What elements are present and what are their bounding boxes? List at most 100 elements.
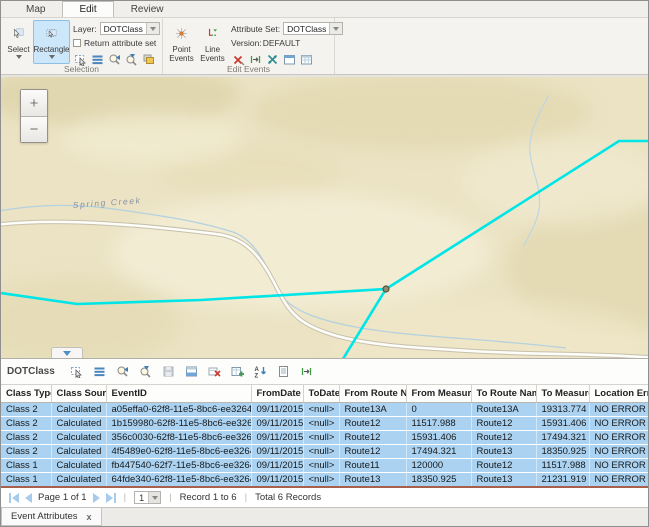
table-cell[interactable]: 09/11/2015 [251, 445, 303, 459]
tab-review[interactable]: Review [114, 1, 181, 17]
table-cell[interactable]: Class 1 [1, 473, 51, 488]
table-row[interactable]: Class 1Calculated64fde340-62f8-11e5-8bc6… [1, 473, 649, 488]
table-cell[interactable]: NO ERROR [589, 431, 649, 445]
table-cell[interactable]: Class 1 [1, 459, 51, 473]
point-events-button[interactable]: Point Events [166, 20, 197, 64]
table-cell[interactable]: Calculated [51, 473, 106, 488]
next-page-button[interactable] [93, 493, 100, 503]
table-cell[interactable]: 15931.406 [406, 431, 471, 445]
table-cell[interactable]: 09/11/2015 [251, 431, 303, 445]
table-row[interactable]: Class 1Calculatedfb447540-62f7-11e5-8bc6… [1, 459, 649, 473]
table-cell[interactable]: NO ERROR [589, 417, 649, 431]
page-select[interactable]: 1 [134, 491, 161, 504]
tab-event-attributes[interactable]: Event Attributes x [1, 508, 102, 526]
column-header[interactable]: ToDate [303, 385, 339, 403]
zoom-in-button[interactable]: + [21, 90, 47, 116]
table-cell[interactable]: 21231.919 [536, 473, 589, 488]
table-cell[interactable]: 09/11/2015 [251, 403, 303, 417]
table-cell[interactable]: 09/11/2015 [251, 473, 303, 488]
previous-page-button[interactable] [25, 493, 32, 503]
table-cell[interactable]: <null> [303, 473, 339, 488]
table-cell[interactable]: 15931.406 [536, 417, 589, 431]
table-cell[interactable]: Calculated [51, 431, 106, 445]
selection-list-icon[interactable] [93, 365, 107, 379]
save-icon[interactable] [162, 365, 176, 379]
first-page-button[interactable] [9, 493, 19, 503]
tab-edit[interactable]: Edit [62, 1, 113, 17]
table-cell[interactable]: 0 [406, 403, 471, 417]
map-view[interactable]: Spring Creek + − [1, 75, 648, 358]
column-header[interactable]: To Route Name [471, 385, 536, 403]
table-cell[interactable]: 11517.988 [406, 417, 471, 431]
column-header[interactable]: FromDate [251, 385, 303, 403]
column-header[interactable]: From Measure [406, 385, 471, 403]
table-cell[interactable]: Calculated [51, 445, 106, 459]
table-cell[interactable]: NO ERROR [589, 403, 649, 417]
table-cell[interactable]: Route13A [339, 403, 406, 417]
table-cell[interactable]: Route12 [339, 417, 406, 431]
table-cell[interactable]: fb447540-62f7-11e5-8bc6-ee32641d5ec9 [106, 459, 251, 473]
table-cell[interactable]: Route13 [339, 473, 406, 488]
table-cell[interactable]: Route12 [471, 417, 536, 431]
table-cell[interactable]: 64fde340-62f8-11e5-8bc6-ee32641d5ec9 [106, 473, 251, 488]
table-cell[interactable]: Calculated [51, 459, 106, 473]
table-cell[interactable]: NO ERROR [589, 445, 649, 459]
table-cell[interactable]: 09/11/2015 [251, 459, 303, 473]
add-record-icon[interactable] [231, 365, 245, 379]
table-cell[interactable]: Route12 [339, 431, 406, 445]
table-cell[interactable]: Route13 [471, 473, 536, 488]
layer-dropdown[interactable]: DOTClass [100, 22, 160, 35]
sort-icon[interactable]: AZ [254, 365, 268, 379]
table-row[interactable]: Class 2Calculateda05effa0-62f8-11e5-8bc6… [1, 403, 649, 417]
select-rectangle-icon[interactable] [70, 365, 84, 379]
table-cell[interactable]: 17494.321 [536, 431, 589, 445]
table-cell[interactable]: Route12 [339, 445, 406, 459]
table-cell[interactable]: Class 2 [1, 431, 51, 445]
table-cell[interactable]: 4f5489e0-62f8-11e5-8bc6-ee32641d5ec9 [106, 445, 251, 459]
return-attribute-set-checkbox[interactable] [73, 39, 81, 47]
column-header[interactable]: From Route Name [339, 385, 406, 403]
route-junction-marker[interactable] [383, 286, 389, 292]
clear-selection-icon[interactable] [208, 365, 222, 379]
panel-collapse-button[interactable] [51, 347, 83, 358]
table-cell[interactable]: Class 2 [1, 445, 51, 459]
zoom-out-button[interactable]: − [21, 116, 47, 142]
rectangle-select-button[interactable]: Rectangle [33, 20, 70, 64]
column-header[interactable]: Location Error [589, 385, 649, 403]
table-cell[interactable]: <null> [303, 459, 339, 473]
table-cell[interactable]: NO ERROR [589, 459, 649, 473]
table-cell[interactable]: 09/11/2015 [251, 417, 303, 431]
report-icon[interactable] [277, 365, 291, 379]
table-cell[interactable]: <null> [303, 445, 339, 459]
table-cell[interactable]: Calculated [51, 417, 106, 431]
last-page-button[interactable] [106, 493, 116, 503]
table-cell[interactable]: NO ERROR [589, 473, 649, 488]
table-cell[interactable]: Route13A [471, 403, 536, 417]
table-cell[interactable]: Calculated [51, 403, 106, 417]
table-cell[interactable]: 120000 [406, 459, 471, 473]
column-header[interactable]: Class Type [1, 385, 51, 403]
measure-range-icon[interactable] [300, 365, 314, 379]
table-cell[interactable]: 18350.925 [536, 445, 589, 459]
table-cell[interactable]: <null> [303, 403, 339, 417]
table-cell[interactable]: 11517.988 [536, 459, 589, 473]
table-cell[interactable]: <null> [303, 431, 339, 445]
column-header[interactable]: To Measure [536, 385, 589, 403]
dropdown-arrow-button[interactable] [329, 23, 342, 34]
table-cell[interactable]: 19313.774 [536, 403, 589, 417]
select-button[interactable]: Select [4, 20, 33, 64]
table-cell[interactable]: Route13 [471, 445, 536, 459]
close-icon[interactable]: x [87, 512, 92, 522]
table-cell[interactable]: Route11 [339, 459, 406, 473]
table-cell[interactable]: 356c0030-62f8-11e5-8bc6-ee32641d5ec9 [106, 431, 251, 445]
column-header[interactable]: Class Source [51, 385, 106, 403]
table-cell[interactable]: Route12 [471, 459, 536, 473]
column-header[interactable]: EventID [106, 385, 251, 403]
page-select-arrow[interactable] [148, 492, 160, 503]
table-cell[interactable]: Route12 [471, 431, 536, 445]
line-events-button[interactable]: Line Events [197, 20, 228, 64]
zoom-to-selection-icon[interactable] [116, 365, 130, 379]
pan-to-selection-icon[interactable] [139, 365, 153, 379]
tab-map[interactable]: Map [9, 1, 62, 17]
table-cell[interactable]: 17494.321 [406, 445, 471, 459]
